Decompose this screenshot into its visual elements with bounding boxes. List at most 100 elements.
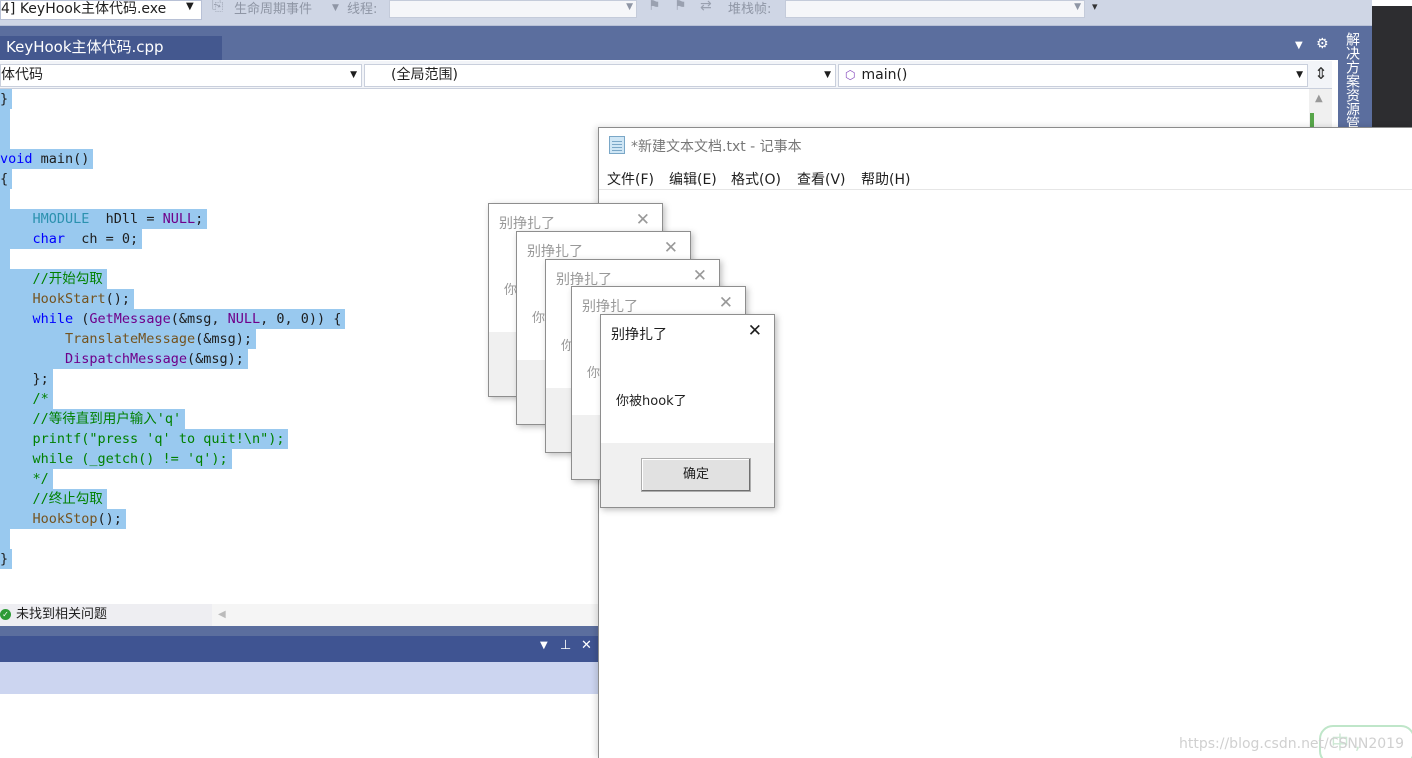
code-line <box>0 529 10 549</box>
solution-explorer-label: 解决方案资源管 <box>1344 32 1360 130</box>
toolbar-overflow-icon[interactable]: ▾ <box>1092 0 1098 13</box>
message-box-text: 你 <box>532 311 546 326</box>
stack-toggle-icon[interactable]: ⇄ <box>700 0 712 14</box>
close-icon[interactable]: ✕ <box>664 238 678 258</box>
notepad-title-bar[interactable]: *新建文本文档.txt - 记事本 <box>609 136 802 156</box>
gear-icon[interactable]: ⚙ <box>1316 36 1329 52</box>
editor-status-bar: ✓ 未找到相关问题 ◀ <box>0 604 598 626</box>
chevron-down-icon[interactable]: ▼ <box>332 3 339 13</box>
code-line: TranslateMessage(&msg); <box>0 329 256 349</box>
notepad-icon <box>609 136 625 154</box>
tab-list-dropdown-icon[interactable]: ▼ <box>1295 40 1303 51</box>
code-line: HookStop(); <box>0 509 126 529</box>
scroll-left-icon[interactable]: ◀ <box>218 604 226 626</box>
tab-keyhook-cpp[interactable]: KeyHook主体代码.cpp <box>0 36 222 60</box>
close-icon[interactable]: ✕ <box>693 266 707 286</box>
close-icon[interactable]: ✕ <box>719 293 733 313</box>
message-box-footer: 确定 <box>601 443 774 507</box>
code-line: } <box>0 89 13 109</box>
menu-view[interactable]: 查看(V) <box>797 169 846 189</box>
code-line: { <box>0 169 13 189</box>
message-box-text: 你被hook了 <box>616 394 687 409</box>
scope-combo-value: (全局范围) <box>391 67 458 83</box>
chevron-down-icon[interactable]: ▼ <box>186 0 194 14</box>
code-line: */ <box>0 469 53 489</box>
code-line: HookStart(); <box>0 289 135 309</box>
message-box-text: 你 <box>587 366 601 381</box>
tab-label: KeyHook主体代码.cpp <box>6 38 164 56</box>
message-box-title: 别挣扎了 <box>582 299 638 315</box>
check-circle-icon: ✓ <box>0 609 11 620</box>
method-cube-icon: ⬡ <box>845 68 856 82</box>
navigation-bar: 体代码 ▼ (全局范围) ▼ ⬡ main() ▼ ⇕ <box>0 61 1332 89</box>
code-line: while (_getch() != 'q'); <box>0 449 232 469</box>
chevron-down-icon: ▼ <box>350 70 357 80</box>
code-line: //开始勾取 <box>0 269 107 289</box>
menu-file[interactable]: 文件(F) <box>607 169 654 189</box>
code-line <box>0 129 10 149</box>
code-line: while (GetMessage(&msg, NULL, 0, 0)) { <box>0 309 346 329</box>
code-line: } <box>0 549 13 569</box>
code-line: //等待直到用户输入'q' <box>0 409 186 429</box>
scope-combo[interactable]: (全局范围) ▼ <box>364 64 836 87</box>
code-line: char ch = 0; <box>0 229 143 249</box>
chevron-down-icon: ▼ <box>824 70 831 80</box>
message-box-title: 别挣扎了 <box>499 216 555 232</box>
code-line: void main() <box>0 149 94 169</box>
lifecycle-icon: ⎘ <box>212 0 224 14</box>
code-line <box>0 109 10 129</box>
member-combo-value: main() <box>861 67 908 83</box>
message-box-active: 别挣扎了 ✕ 你被hook了 确定 <box>600 314 775 508</box>
pin-icon[interactable]: ⊥ <box>560 638 571 653</box>
project-combo-value: 体代码 <box>1 67 43 83</box>
panel-dropdown-icon[interactable]: ▼ <box>540 640 548 651</box>
message-box-title: 别挣扎了 <box>527 244 583 260</box>
close-icon[interactable]: ✕ <box>636 210 650 230</box>
solution-explorer-tab[interactable]: 解决方案资源管 <box>1338 26 1372 130</box>
issues-status[interactable]: 未找到相关问题 <box>16 604 107 626</box>
stackframe-label: 堆栈帧: <box>728 2 772 17</box>
close-icon[interactable]: ✕ <box>748 321 762 341</box>
stackframe-combo[interactable]: ▼ <box>785 0 1085 18</box>
thread-label: 线程: <box>347 2 378 17</box>
menu-format[interactable]: 格式(O) <box>731 169 781 189</box>
split-editor-icon[interactable]: ⇕ <box>1310 64 1332 87</box>
vertical-scrollbar[interactable]: ▲ <box>1309 89 1332 128</box>
side-panel-dark <box>1372 0 1412 128</box>
process-combo[interactable]: 4] KeyHook主体代码.exe <box>0 0 202 20</box>
code-line <box>0 189 10 209</box>
document-tab-well: KeyHook主体代码.cpp ▼ ⚙ <box>0 26 1338 60</box>
code-line: }; <box>0 369 53 389</box>
code-line: //终止勾取 <box>0 489 107 509</box>
debug-toolbar: 4] KeyHook主体代码.exe ▼ ⎘ 生命周期事件 ▼ 线程: ▼ ⚑ … <box>0 0 1372 26</box>
divider <box>1372 0 1412 6</box>
output-panel-body <box>0 662 598 694</box>
flag-thread-icon[interactable]: ⚑ <box>648 0 661 14</box>
message-box-title: 别挣扎了 <box>611 327 667 343</box>
code-line: /* <box>0 389 53 409</box>
code-line <box>0 249 10 269</box>
menu-edit[interactable]: 编辑(E) <box>669 169 717 189</box>
member-combo[interactable]: ⬡ main() ▼ <box>838 64 1308 87</box>
ok-button[interactable]: 确定 <box>641 458 751 492</box>
scroll-up-icon[interactable]: ▲ <box>1315 93 1323 104</box>
output-panel-header: ▼ ⊥ ✕ <box>0 626 598 662</box>
menu-help[interactable]: 帮助(H) <box>861 169 910 189</box>
lifecycle-events-button[interactable]: 生命周期事件 <box>234 0 312 17</box>
change-indicator <box>1310 113 1314 128</box>
code-line: printf("press 'q' to quit!\n"); <box>0 429 289 449</box>
chevron-down-icon: ▼ <box>626 2 633 12</box>
code-line: DispatchMessage(&msg); <box>0 349 248 369</box>
thread-combo[interactable]: ▼ <box>389 0 637 18</box>
notepad-menubar: 文件(F) 编辑(E) 格式(O) 查看(V) 帮助(H) <box>599 168 1412 190</box>
close-icon[interactable]: ✕ <box>581 638 592 653</box>
notepad-title: *新建文本文档.txt - 记事本 <box>631 139 802 155</box>
watermark: https://blog.csdn.net/CSNN2019 <box>1179 736 1404 752</box>
horizontal-scrollbar[interactable]: ◀ <box>212 604 598 626</box>
project-combo[interactable]: 体代码 ▼ <box>0 64 362 87</box>
process-combo-value: 4] KeyHook主体代码.exe <box>1 1 167 17</box>
flag-all-icon[interactable]: ⚑ <box>674 0 687 14</box>
chevron-down-icon: ▼ <box>1296 70 1303 80</box>
chevron-down-icon: ▼ <box>1074 2 1081 12</box>
code-line: HMODULE hDll = NULL; <box>0 209 208 229</box>
